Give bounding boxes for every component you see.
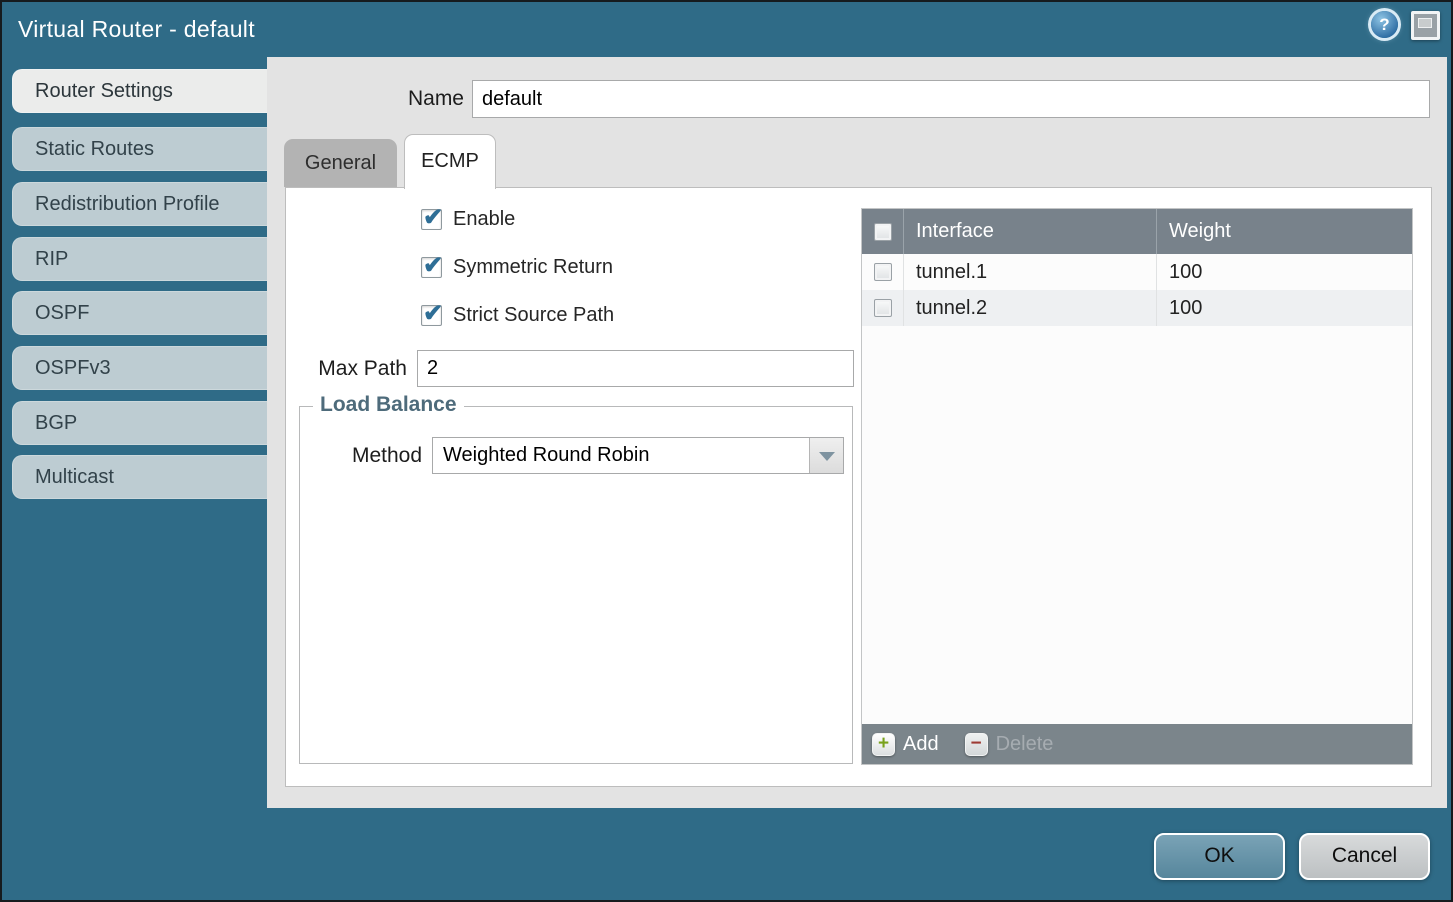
add-button-label: Add bbox=[903, 733, 939, 756]
cancel-button[interactable]: Cancel bbox=[1299, 833, 1430, 880]
cell-weight: 100 bbox=[1157, 290, 1412, 326]
sidebar-item-ospf[interactable]: OSPF bbox=[12, 291, 269, 335]
strict-source-path-checkbox-row: Strict Source Path bbox=[421, 304, 614, 327]
select-all-cell bbox=[862, 209, 904, 254]
tab-general[interactable]: General bbox=[284, 139, 397, 187]
cell-interface: tunnel.1 bbox=[904, 254, 1157, 290]
sidebar-item-static-routes[interactable]: Static Routes bbox=[12, 127, 269, 171]
enable-label: Enable bbox=[453, 208, 515, 231]
row-checkbox[interactable] bbox=[874, 263, 892, 281]
main-content: Name General ECMP Enable Symmetric Retur… bbox=[267, 57, 1447, 808]
strict-source-path-label: Strict Source Path bbox=[453, 304, 614, 327]
symmetric-return-checkbox-row: Symmetric Return bbox=[421, 256, 613, 279]
load-balance-fieldset: Load Balance Method Weighted Round Robin bbox=[299, 406, 853, 764]
row-checkbox[interactable] bbox=[874, 299, 892, 317]
load-balance-legend: Load Balance bbox=[313, 393, 464, 417]
column-header-interface[interactable]: Interface bbox=[904, 209, 1157, 254]
enable-checkbox[interactable] bbox=[421, 209, 442, 230]
cell-interface: tunnel.2 bbox=[904, 290, 1157, 326]
sidebar-item-rip[interactable]: RIP bbox=[12, 237, 269, 281]
add-button[interactable]: + Add bbox=[872, 733, 939, 756]
virtual-router-dialog: Virtual Router - default ? Router Settin… bbox=[0, 0, 1453, 902]
enable-checkbox-row: Enable bbox=[421, 208, 515, 231]
delete-button[interactable]: − Delete bbox=[965, 733, 1054, 756]
sidebar-item-ospfv3[interactable]: OSPFv3 bbox=[12, 346, 269, 390]
window-restore-icon-inner bbox=[1418, 18, 1432, 28]
minus-icon: − bbox=[965, 733, 988, 756]
sidebar-item-redistribution-profile[interactable]: Redistribution Profile bbox=[12, 182, 269, 226]
max-path-input[interactable] bbox=[417, 350, 854, 387]
sidebar-item-router-settings[interactable]: Router Settings bbox=[12, 69, 269, 113]
method-dropdown[interactable]: Weighted Round Robin bbox=[432, 437, 844, 474]
ok-button[interactable]: OK bbox=[1154, 833, 1285, 880]
method-dropdown-button[interactable] bbox=[809, 438, 843, 473]
plus-icon: + bbox=[872, 733, 895, 756]
interface-table-header: Interface Weight bbox=[862, 209, 1412, 254]
help-icon[interactable]: ? bbox=[1371, 11, 1398, 38]
method-label: Method bbox=[300, 437, 422, 474]
interface-table-footer: + Add − Delete bbox=[862, 724, 1412, 764]
titlebar: Virtual Router - default ? bbox=[2, 2, 1451, 57]
row-checkbox-cell bbox=[862, 290, 904, 326]
max-path-label: Max Path bbox=[286, 350, 407, 387]
name-input[interactable] bbox=[472, 80, 1430, 118]
cell-weight: 100 bbox=[1157, 254, 1412, 290]
chevron-down-icon bbox=[819, 452, 835, 461]
tab-ecmp[interactable]: ECMP bbox=[404, 134, 496, 189]
row-checkbox-cell bbox=[862, 254, 904, 290]
dialog-title: Virtual Router - default bbox=[18, 2, 255, 57]
sidebar-item-multicast[interactable]: Multicast bbox=[12, 455, 269, 499]
select-all-checkbox[interactable] bbox=[874, 223, 892, 241]
symmetric-return-checkbox[interactable] bbox=[421, 257, 442, 278]
symmetric-return-label: Symmetric Return bbox=[453, 256, 613, 279]
delete-button-label: Delete bbox=[996, 733, 1054, 756]
name-label: Name bbox=[267, 80, 464, 118]
method-value: Weighted Round Robin bbox=[443, 438, 649, 473]
table-row[interactable]: tunnel.2 100 bbox=[862, 290, 1412, 326]
ecmp-panel: Enable Symmetric Return Strict Source Pa… bbox=[285, 187, 1432, 787]
table-empty-area bbox=[862, 326, 1412, 724]
strict-source-path-checkbox[interactable] bbox=[421, 305, 442, 326]
window-restore-icon[interactable] bbox=[1411, 11, 1440, 40]
table-row[interactable]: tunnel.1 100 bbox=[862, 254, 1412, 290]
interface-table: Interface Weight tunnel.1 100 tunnel.2 1… bbox=[861, 208, 1413, 765]
column-header-weight[interactable]: Weight bbox=[1157, 209, 1412, 254]
sidebar-item-bgp[interactable]: BGP bbox=[12, 401, 269, 445]
